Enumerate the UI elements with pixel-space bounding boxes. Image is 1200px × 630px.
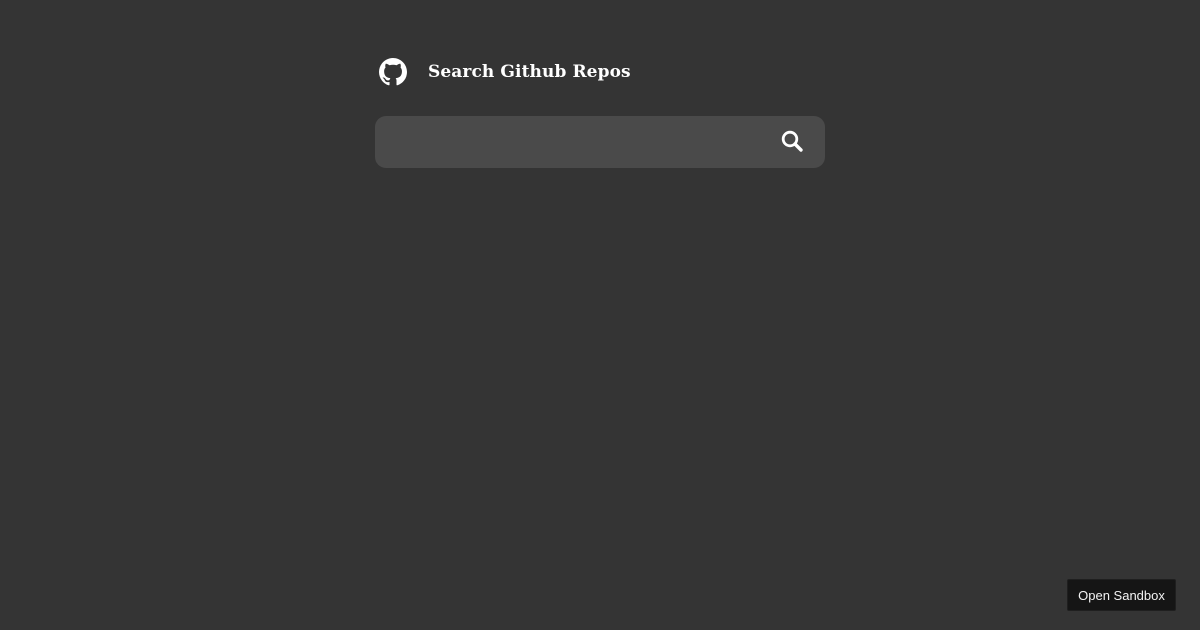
header: Search Github Repos [375,56,825,88]
app-container: Search Github Repos [375,56,825,168]
github-icon [379,58,407,86]
search-box [375,116,825,168]
search-input[interactable] [375,116,825,168]
search-button[interactable] [779,129,805,155]
search-icon [780,129,804,156]
open-sandbox-button[interactable]: Open Sandbox [1067,579,1176,611]
page-title: Search Github Repos [428,62,631,82]
